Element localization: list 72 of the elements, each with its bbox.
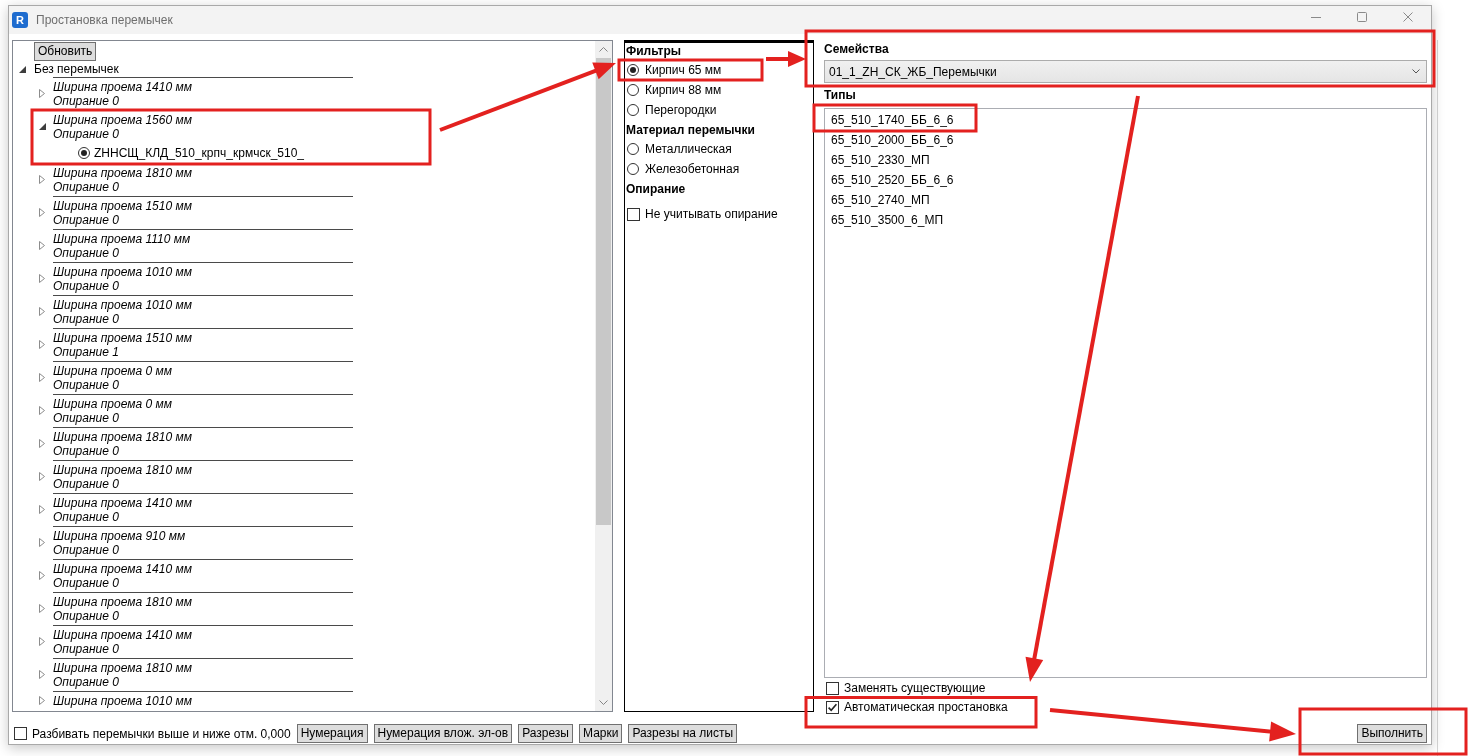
- list-item[interactable]: 65_510_2330_МП: [825, 153, 936, 167]
- tree-root-item[interactable]: Без перемычек: [34, 62, 119, 76]
- radio-option[interactable]: Перегородки: [627, 103, 717, 117]
- chevron-up-icon[interactable]: [599, 47, 608, 52]
- checkbox-option[interactable]: Не учитывать опирание: [627, 207, 778, 221]
- tree-item[interactable]: Ширина проема 1410 мм Опирание 0: [53, 80, 192, 108]
- window-title: Простановка перемычек: [36, 13, 173, 27]
- checkbox-icon[interactable]: [826, 700, 839, 714]
- maximize-icon: [1357, 12, 1367, 22]
- tree-item[interactable]: Ширина проема 0 мм Опирание 0: [53, 364, 172, 392]
- family-dropdown[interactable]: 01_1_ZH_СК_ЖБ_Перемычки: [824, 60, 1427, 83]
- list-item[interactable]: 65_510_3500_6_МП: [825, 213, 950, 227]
- radio-option[interactable]: ZHHСЩ_КЛД_510_крпч_крмчск_510_: [78, 146, 304, 160]
- action-button[interactable]: Разрезы на листы: [628, 724, 738, 743]
- section-title: Семейства: [824, 42, 889, 56]
- tree-item[interactable]: Ширина проема 1810 мм Опирание 0: [53, 430, 192, 458]
- scrollbar[interactable]: [595, 41, 612, 711]
- tree-item[interactable]: Ширина проема 1510 мм Опирание 1: [53, 331, 192, 359]
- action-button[interactable]: Марки: [579, 724, 623, 743]
- checkbox-option[interactable]: Разбивать перемычки выше и ниже отм. 0,000: [14, 726, 291, 741]
- radio-option[interactable]: Железобетонная: [627, 162, 740, 176]
- radio-icon[interactable]: [627, 163, 639, 175]
- radio-option[interactable]: Кирпич 88 мм: [627, 83, 722, 97]
- refresh-button[interactable]: Обновить: [34, 42, 97, 61]
- action-button[interactable]: Нумерация: [296, 724, 368, 743]
- tree-item[interactable]: Ширина проема 1110 мм Опирание 0: [53, 232, 191, 260]
- minimize-icon: [1311, 16, 1321, 18]
- tree-item[interactable]: Ширина проема 1410 мм Опирание 0: [53, 628, 192, 656]
- radio-icon[interactable]: [78, 147, 90, 159]
- action-button[interactable]: Нумерация влож. эл-ов: [373, 724, 513, 743]
- tree-item[interactable]: Ширина проема 0 мм Опирание 0: [53, 397, 172, 425]
- run-button[interactable]: Выполнить: [1357, 724, 1427, 743]
- chevron-down-icon[interactable]: [599, 700, 608, 705]
- checkbox-option[interactable]: Заменять существующие: [826, 681, 986, 695]
- radio-icon[interactable]: [627, 104, 639, 116]
- list-item[interactable]: 65_510_2740_МП: [825, 193, 936, 207]
- tree-item[interactable]: Ширина проема 1810 мм Опирание 0: [53, 463, 192, 491]
- section-title: Опирание: [626, 182, 686, 196]
- list-item[interactable]: 65_510_2000_ББ_6_6: [825, 133, 960, 147]
- radio-option[interactable]: Металлическая: [627, 142, 732, 156]
- tree-item[interactable]: Ширина проема 1810 мм Опирание 0: [53, 661, 192, 689]
- section-title: Материал перемычки: [626, 123, 755, 137]
- tree-item[interactable]: Ширина проема 1560 мм Опирание 0: [53, 113, 192, 141]
- tree-item[interactable]: Ширина проема 910 мм Опирание 0: [53, 529, 186, 557]
- chevron-down-icon: [1412, 69, 1420, 74]
- tree-item[interactable]: Ширина проема 1410 мм Опирание 0: [53, 496, 192, 524]
- radio-icon[interactable]: [627, 84, 639, 96]
- checkbox-icon[interactable]: [826, 681, 839, 695]
- radio-icon[interactable]: [627, 64, 639, 76]
- tree-item[interactable]: Ширина проема 1010 мм Опирание 0: [53, 265, 192, 293]
- section-title: Типы: [824, 88, 856, 102]
- action-button[interactable]: Разрезы: [518, 724, 573, 743]
- tree-item[interactable]: Ширина проема 1010 мм Опирание 0: [53, 298, 192, 326]
- tree-item[interactable]: Ширина проема 1510 мм Опирание 0: [53, 199, 192, 227]
- section-title: Фильтры: [626, 44, 682, 58]
- scrollbar-thumb[interactable]: [596, 58, 611, 525]
- expander-triangle-icon[interactable]: [19, 65, 26, 73]
- annotation-arrow: [766, 51, 806, 67]
- list-item[interactable]: 65_510_1740_ББ_6_6: [825, 113, 960, 127]
- app-logo: R: [12, 12, 28, 28]
- tree-item[interactable]: Ширина проема 1010 мм: [53, 694, 192, 708]
- radio-option[interactable]: Кирпич 65 мм: [627, 63, 722, 77]
- tree-item[interactable]: Ширина проема 1810 мм Опирание 0: [53, 166, 192, 194]
- checkbox-icon[interactable]: [14, 727, 27, 740]
- expander-triangle-icon[interactable]: [39, 123, 46, 130]
- radio-icon[interactable]: [627, 143, 639, 155]
- checkbox-option[interactable]: Автоматическая простановка: [826, 700, 1008, 714]
- close-icon: [1403, 12, 1413, 22]
- checkbox-icon[interactable]: [627, 207, 640, 221]
- tree-item[interactable]: Ширина проема 1410 мм Опирание 0: [53, 562, 192, 590]
- list-item[interactable]: 65_510_2520_ББ_6_6: [825, 173, 960, 187]
- tree-item[interactable]: Ширина проема 1810 мм Опирание 0: [53, 595, 192, 623]
